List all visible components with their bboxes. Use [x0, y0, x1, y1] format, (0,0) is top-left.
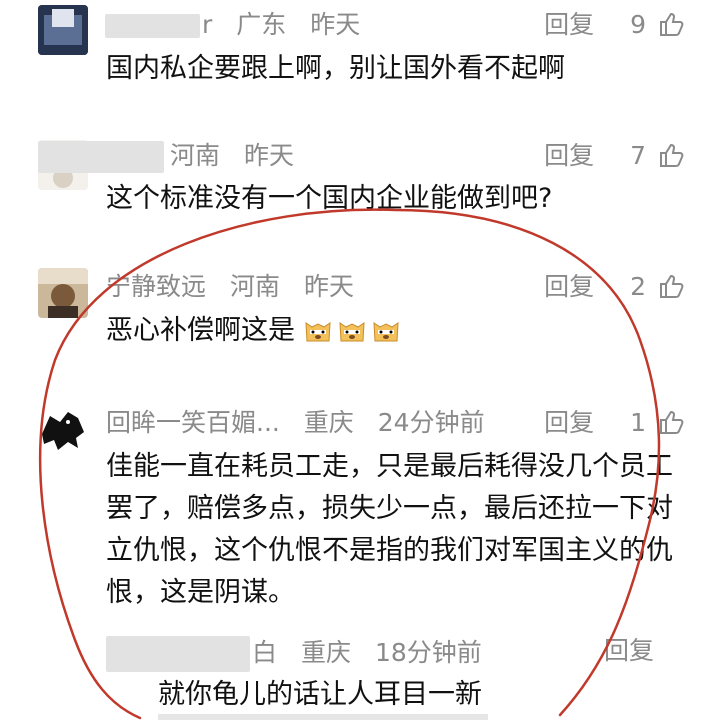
reply-button[interactable]: 回复 [544, 408, 594, 437]
location: 河南 [170, 141, 221, 170]
avatar[interactable] [38, 404, 88, 454]
username[interactable]: 回眸一笑百媚... [106, 408, 280, 437]
location: 河南 [229, 272, 280, 301]
username-redacted [38, 141, 164, 173]
avatar-image [38, 268, 88, 318]
doge-emoji-icon [373, 322, 399, 342]
thumbs-up-icon [660, 12, 684, 36]
username[interactable]: r [202, 10, 212, 39]
reply-text: 就你龟儿的话让人耳目一新 [158, 679, 482, 710]
timestamp: 昨天 [310, 10, 361, 39]
like-button[interactable]: 9 [630, 10, 684, 39]
username-redacted [105, 14, 200, 38]
comment-meta: 回眸一笑百媚... 重庆 24分钟前 [106, 408, 501, 438]
username[interactable]: 宁静致远 [106, 272, 206, 301]
avatar[interactable] [38, 268, 88, 318]
location: 重庆 [300, 638, 351, 667]
avatar[interactable] [38, 5, 88, 55]
like-button[interactable]: 2 [630, 272, 684, 301]
comment-meta: 河南 昨天 [38, 141, 310, 173]
timestamp: 24分钟前 [377, 408, 485, 437]
comment-actions: 回复 7 [544, 141, 684, 171]
like-count: 7 [630, 141, 647, 170]
comment-text: 国内私企要跟上啊，别让国外看不起啊 [106, 53, 565, 84]
comment-thread: r 广东 昨天 回复 9 国内私企要跟上啊，别让国外看不起啊 河南 昨天 回复 … [0, 0, 720, 720]
comment-text: 佳能一直在耗员工走，只是最后耗得没几个员工罢了，赔偿多点，损失少一点，最后还拉一… [106, 451, 673, 608]
comment-text-body: 恶心补偿啊这是 [106, 315, 295, 346]
reply-button[interactable]: 回复 [604, 636, 654, 665]
thumbs-up-icon [660, 274, 684, 298]
timestamp: 18分钟前 [374, 638, 482, 667]
username[interactable]: 白 [252, 638, 277, 667]
truncated-next-line [158, 714, 488, 720]
like-count: 2 [630, 272, 647, 301]
thumbs-up-icon [660, 410, 684, 434]
timestamp: 昨天 [303, 272, 354, 301]
reply-button[interactable]: 回复 [544, 10, 594, 39]
like-count: 9 [630, 10, 647, 39]
like-button[interactable]: 1 [630, 408, 684, 437]
avatar-image [38, 5, 88, 55]
location: 重庆 [303, 408, 354, 437]
reply-actions: 回复 [604, 636, 654, 666]
thumbs-up-icon [660, 143, 684, 167]
reply-button[interactable]: 回复 [544, 272, 594, 301]
comment-text: 恶心补偿啊这是 [106, 310, 696, 352]
comment-meta: r 广东 昨天 [105, 10, 376, 40]
comment-text: 这个标准没有一个国内企业能做到吧? [106, 183, 553, 214]
doge-emoji-icon [339, 322, 365, 342]
avatar-image [38, 404, 88, 454]
reply-button[interactable]: 回复 [544, 141, 594, 170]
username-redacted [106, 636, 250, 672]
doge-emoji-icon [305, 322, 331, 342]
like-button[interactable]: 7 [630, 141, 684, 170]
timestamp: 昨天 [243, 141, 294, 170]
comment-actions: 回复 9 [544, 10, 684, 40]
like-count: 1 [630, 408, 647, 437]
location: 广东 [236, 10, 287, 39]
comment-actions: 回复 2 [544, 272, 684, 302]
comment-actions: 回复 1 [544, 408, 684, 438]
reply-meta: 白 重庆 18分钟前 [106, 636, 498, 672]
comment-meta: 宁静致远 河南 昨天 [106, 272, 370, 302]
